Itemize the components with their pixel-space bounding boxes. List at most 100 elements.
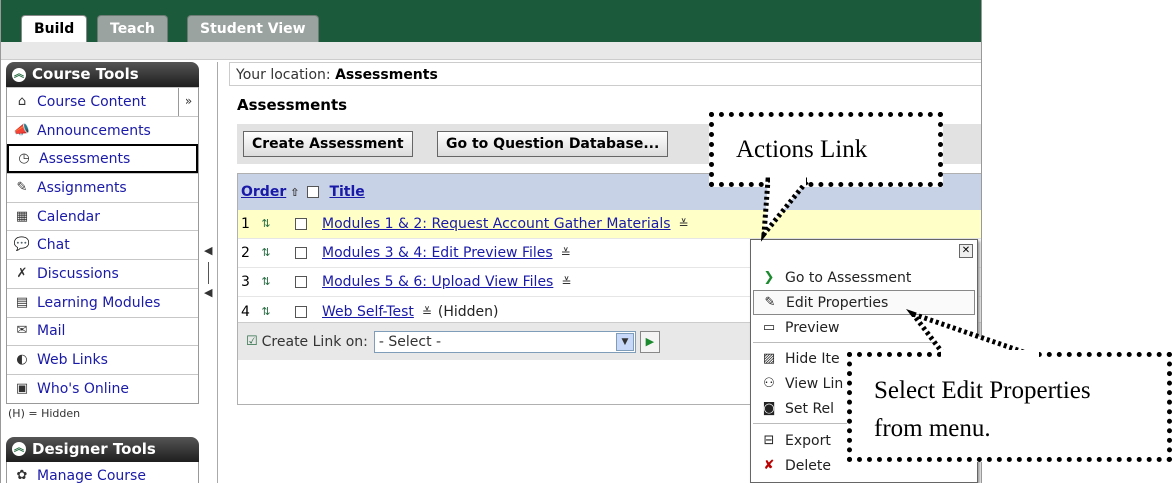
discussion-icon: ✗ xyxy=(16,265,28,281)
mail-icon: ✉ xyxy=(16,323,28,339)
sidebar-item-manage-course[interactable]: ✿ Manage Course xyxy=(7,462,198,483)
menu-item-go-to-assessment[interactable]: ❯ Go to Assessment xyxy=(753,265,975,290)
tab-underline-strip xyxy=(1,42,981,60)
sidebar: ︽ Course Tools ⌂ Course Content » 📣 Anno… xyxy=(6,62,199,483)
assessment-link[interactable]: Modules 1 & 2: Request Account Gather Ma… xyxy=(322,216,671,232)
sidebar-item-announcements[interactable]: 📣 Announcements xyxy=(7,115,198,145)
callout-select-edit-properties: Select Edit Properties from menu. xyxy=(847,352,1172,462)
title-column-header[interactable]: Title xyxy=(329,184,364,200)
sidebar-item-web-links[interactable]: ◐ Web Links xyxy=(7,345,198,374)
create-link-select[interactable]: - Select - ▼ xyxy=(373,330,636,353)
course-tools-title: Course Tools xyxy=(32,65,139,83)
callout-text-line1: Select Edit Properties xyxy=(874,377,1091,404)
breadcrumb-current: Assessments xyxy=(335,67,438,83)
assessment-icon: ◷ xyxy=(18,150,30,166)
splitter-grip xyxy=(208,262,209,284)
reorder-icon[interactable]: ⇅ xyxy=(257,304,275,320)
select-all-checkbox[interactable] xyxy=(307,186,320,198)
assessment-link[interactable]: Modules 5 & 6: Upload View Files xyxy=(322,274,553,290)
table-row: 1 ⇅ Modules 1 & 2: Request Account Gathe… xyxy=(238,210,981,239)
callout-pointer xyxy=(906,308,1039,364)
reorder-icon[interactable]: ⇅ xyxy=(257,245,275,261)
sidebar-item-mail[interactable]: ✉ Mail xyxy=(7,316,198,346)
row-order: 4 xyxy=(241,303,250,320)
preview-icon: ▭ xyxy=(762,320,776,335)
menu-item-label: Hide Ite xyxy=(785,350,840,367)
hidden-status: (Hidden) xyxy=(437,303,499,320)
sidebar-item-label: Assessments xyxy=(39,150,131,167)
assessment-link[interactable]: Modules 3 & 4: Edit Preview Files xyxy=(322,245,553,261)
create-assessment-button[interactable]: Create Assessment xyxy=(243,131,413,157)
sidebar-item-chat[interactable]: 💬 Chat xyxy=(7,230,198,259)
delete-icon: ✘ xyxy=(763,458,775,473)
people-icon: ▣ xyxy=(15,380,29,396)
designer-tools-panel: ︽ Designer Tools ✿ Manage Course xyxy=(6,436,199,483)
create-link-label: Create Link on: xyxy=(261,333,368,350)
collapse-left-icon[interactable]: ◀ xyxy=(204,244,212,257)
sidebar-item-assignments[interactable]: ✎ Assignments xyxy=(7,173,198,202)
collapse-icon[interactable]: ︽ xyxy=(12,442,26,457)
view-links-icon: ⚇ xyxy=(763,376,775,391)
go-to-question-database-button[interactable]: Go to Question Database... xyxy=(437,131,669,157)
reorder-icon[interactable]: ⇅ xyxy=(257,216,275,232)
menu-item-label: Delete xyxy=(785,457,831,474)
callout-actions-link: Actions Link xyxy=(709,112,943,187)
sidebar-item-course-content[interactable]: ⌂ Course Content » xyxy=(7,87,198,116)
chevron-down-icon[interactable]: ▼ xyxy=(615,332,634,351)
web-link-icon: ◐ xyxy=(16,352,28,368)
course-tools-list: ⌂ Course Content » 📣 Announcements ◷ Ass… xyxy=(6,87,199,404)
sidebar-splitter[interactable]: ◀ ◀ xyxy=(201,244,217,314)
sidebar-item-label: Calendar xyxy=(37,208,100,225)
row-order: 3 xyxy=(241,274,250,290)
hide-icon: ▨ xyxy=(762,351,776,366)
sidebar-item-label: Mail xyxy=(37,323,66,340)
callout-pointer xyxy=(760,176,814,242)
close-icon[interactable]: ✕ xyxy=(959,244,973,258)
sidebar-item-label: Announcements xyxy=(37,122,151,139)
hidden-legend: (H) = Hidden xyxy=(8,406,81,420)
chevron-down-icon[interactable]: » xyxy=(178,88,198,116)
designer-tools-list: ✿ Manage Course xyxy=(6,461,199,483)
create-link-icon: ☑ xyxy=(246,334,258,349)
menu-item-label: Edit Properties xyxy=(786,294,889,311)
row-checkbox[interactable] xyxy=(295,305,307,318)
tab-build[interactable]: Build xyxy=(21,15,88,42)
divider xyxy=(217,62,218,483)
row-checkbox[interactable] xyxy=(295,218,307,230)
arrow-right-icon: ❯ xyxy=(763,270,775,285)
export-icon: ⊟ xyxy=(763,433,775,448)
sidebar-item-label: Course Content xyxy=(37,93,147,110)
breadcrumb: Your location: Assessments xyxy=(229,62,981,86)
reorder-icon[interactable]: ⇅ xyxy=(257,274,275,290)
actions-link-icon[interactable]: ≚ xyxy=(559,275,573,289)
sidebar-item-label: Learning Modules xyxy=(37,294,161,311)
sidebar-item-assessments[interactable]: ◷ Assessments xyxy=(7,144,198,174)
sidebar-item-label: Who's Online xyxy=(37,380,130,397)
lms-window: Build Teach Student View ︽ Course Tools … xyxy=(0,0,982,483)
menu-item-label: Export xyxy=(785,432,831,449)
row-checkbox[interactable] xyxy=(295,276,307,288)
actions-link-icon[interactable]: ≚ xyxy=(677,217,691,231)
tab-teach[interactable]: Teach xyxy=(97,15,168,42)
go-button[interactable]: ▶ xyxy=(639,330,660,353)
sidebar-item-calendar[interactable]: ▦ Calendar xyxy=(7,201,198,231)
sidebar-item-whos-online[interactable]: ▣ Who's Online xyxy=(7,373,198,403)
row-order: 1 xyxy=(241,216,250,232)
collapse-left-icon[interactable]: ◀ xyxy=(204,286,212,299)
calendar-icon: ▦ xyxy=(15,208,29,224)
collapse-icon[interactable]: ︽ xyxy=(12,67,26,82)
sidebar-item-learning-modules[interactable]: ▤ Learning Modules xyxy=(7,287,198,317)
tab-student-view[interactable]: Student View xyxy=(187,15,319,42)
actions-link-icon[interactable]: ≚ xyxy=(420,305,434,319)
actions-link-icon[interactable]: ≚ xyxy=(559,246,573,260)
designer-tools-header[interactable]: ︽ Designer Tools xyxy=(6,436,199,462)
sort-up-icon[interactable]: ⇧ xyxy=(290,186,299,199)
assessment-link[interactable]: Web Self-Test xyxy=(322,304,414,320)
course-tools-header[interactable]: ︽ Course Tools xyxy=(6,62,199,87)
sidebar-item-discussions[interactable]: ✗ Discussions xyxy=(7,259,198,288)
row-checkbox[interactable] xyxy=(295,247,307,259)
pencil-icon: ✎ xyxy=(764,295,776,310)
breadcrumb-prefix: Your location: xyxy=(236,67,336,83)
menu-item-label: Set Rel xyxy=(785,400,835,417)
order-column-header[interactable]: Order xyxy=(241,184,286,200)
